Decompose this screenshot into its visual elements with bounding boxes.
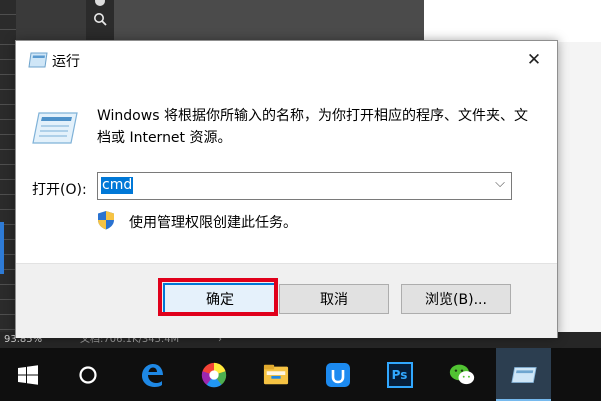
cortana-button[interactable]: [60, 348, 115, 401]
taskbar-photoshop[interactable]: Ps: [372, 348, 427, 401]
open-input-value[interactable]: cmd: [101, 177, 134, 194]
run-program-icon: [32, 111, 78, 145]
tool-strip: [86, 0, 114, 42]
start-button[interactable]: [0, 348, 55, 401]
background-canvas-right: [555, 42, 601, 332]
left-ruler: [0, 0, 16, 350]
open-combobox[interactable]: cmd ⌵: [97, 172, 512, 200]
background-canvas: [424, 0, 601, 42]
edge-browser-icon: [139, 362, 165, 388]
photoshop-icon: Ps: [386, 361, 413, 388]
run-dialog-taskbar-icon: [510, 362, 537, 388]
taskbar-wechat[interactable]: [434, 348, 489, 401]
admin-shield-icon: [97, 210, 115, 230]
taskbar-run-dialog[interactable]: [496, 348, 551, 401]
highlight-box: [158, 278, 278, 316]
start-windows-icon: [15, 362, 41, 388]
cancel-button[interactable]: 取消: [279, 284, 389, 314]
run-dialog: 运行 ✕ Windows 将根据你所输入的名称，为你打开相应的程序、文件夹、文档…: [15, 40, 558, 338]
taskbar-edge[interactable]: [124, 348, 179, 401]
background-panel: [16, 0, 86, 42]
taskbar-file-explorer[interactable]: [248, 348, 303, 401]
close-icon: ✕: [526, 50, 542, 70]
admin-note: 使用管理权限创建此任务。: [129, 215, 297, 231]
blue-app-icon: [325, 362, 351, 388]
browse-button[interactable]: 浏览(B)...: [401, 284, 511, 314]
photoshop-label: Ps: [391, 367, 408, 382]
taskbar-blue-app[interactable]: [310, 348, 365, 401]
wechat-icon: [449, 362, 475, 388]
chevron-down-icon[interactable]: ⌵: [495, 176, 505, 191]
dialog-description: Windows 将根据你所输入的名称，为你打开相应的程序、文件夹、文档或 Int…: [97, 108, 528, 146]
ellipse-tool-icon[interactable]: [95, 0, 105, 6]
run-icon: [28, 52, 48, 68]
colorful-app-icon: [201, 362, 227, 388]
ruler-highlight: [0, 222, 4, 274]
taskbar-colorful-app[interactable]: [186, 348, 241, 401]
dialog-title: 运行: [52, 54, 80, 70]
taskbar: Ps: [0, 348, 601, 401]
dialog-titlebar[interactable]: 运行 ✕: [16, 41, 557, 79]
zoom-tool-icon[interactable]: [93, 12, 107, 30]
open-label: 打开(O):: [32, 182, 87, 198]
background-workspace: [114, 0, 424, 42]
cortana-circle-icon: [75, 362, 101, 388]
close-button[interactable]: ✕: [511, 41, 557, 79]
file-explorer-icon: [263, 362, 289, 388]
